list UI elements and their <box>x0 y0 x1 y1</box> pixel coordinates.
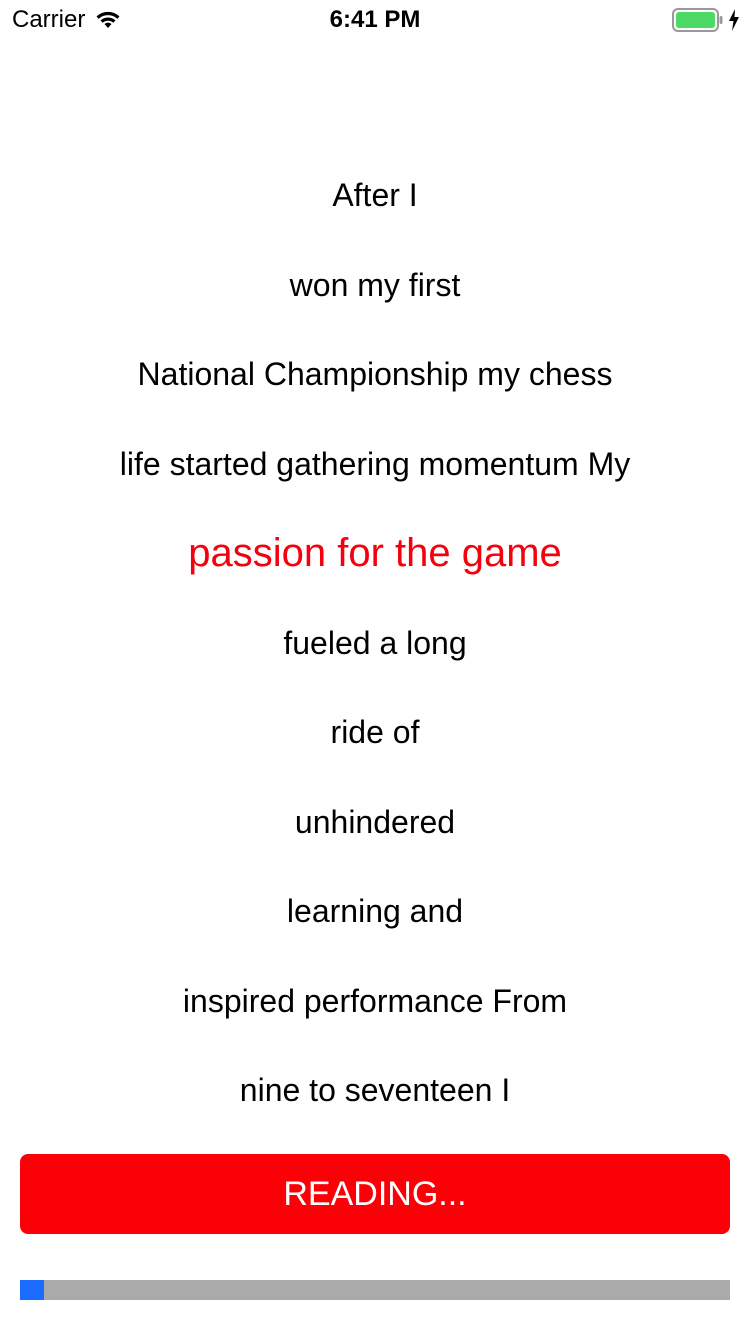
text-line: nine to seventeen I <box>239 1072 511 1108</box>
text-line: inspired performance From <box>182 982 568 1019</box>
charging-bolt-icon <box>728 9 740 31</box>
text-line: National Championship my chess <box>137 356 613 392</box>
text-line: learning and <box>286 893 464 929</box>
status-time: 6:41 PM <box>329 6 421 33</box>
reading-button-label: READING... <box>283 1174 467 1213</box>
text-line: life started gathering momentum My <box>119 445 631 482</box>
reading-button[interactable]: READING... <box>20 1154 730 1234</box>
text-line: fueled a long <box>283 624 467 661</box>
battery-icon <box>672 8 724 32</box>
battery-group <box>672 8 740 32</box>
text-line: ride of <box>330 714 420 750</box>
text-line: unhindered <box>294 803 456 840</box>
status-bar: Carrier 6:41 PM <box>0 0 750 40</box>
text-line: won my first <box>289 266 461 303</box>
text-line: After I <box>332 177 418 213</box>
reading-progress-bar <box>20 1280 730 1300</box>
text-line-current: passion for the game <box>188 531 562 575</box>
reading-progress-fill <box>20 1280 45 1300</box>
